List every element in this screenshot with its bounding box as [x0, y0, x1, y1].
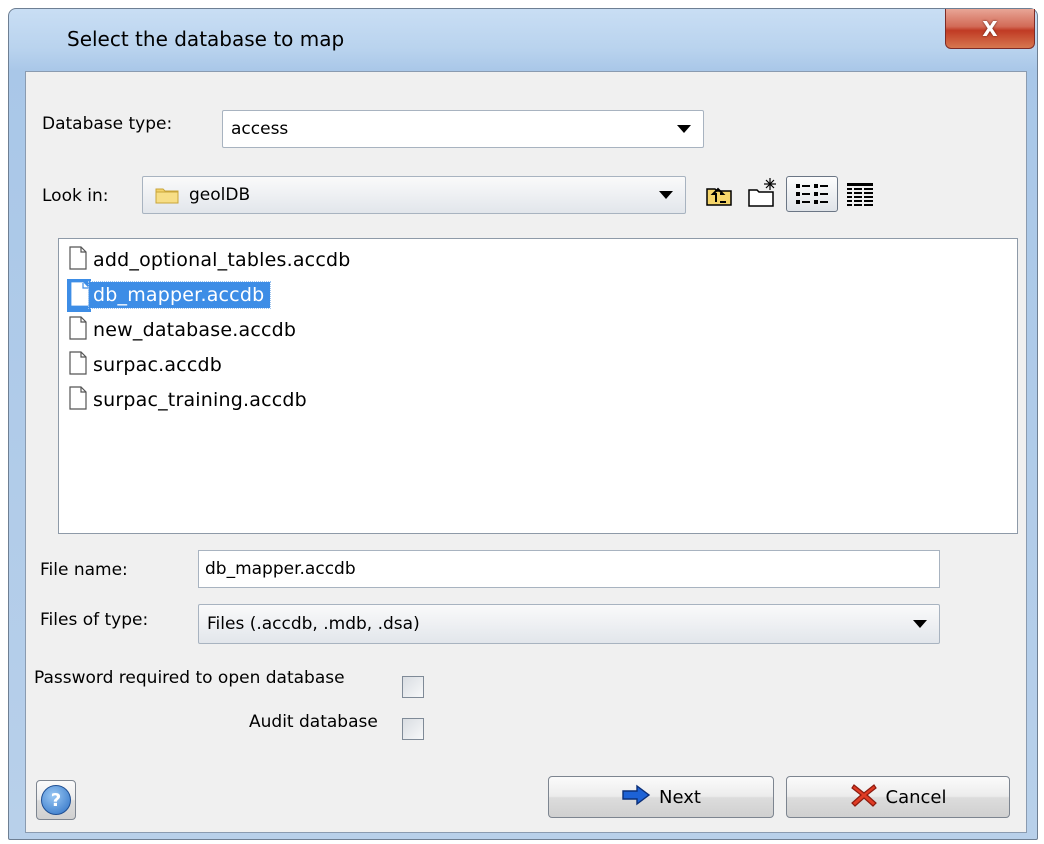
file-name-input[interactable]: [199, 558, 939, 580]
list-item[interactable]: surpac.accdb: [67, 348, 228, 382]
file-name: new_database.accdb: [93, 319, 297, 341]
audit-database-label: Audit database: [249, 712, 378, 732]
document-icon: [67, 315, 89, 346]
database-type-label: Database type:: [42, 114, 173, 134]
red-x-icon: [850, 782, 878, 813]
list-item[interactable]: add_optional_tables.accdb: [67, 243, 356, 277]
file-list[interactable]: add_optional_tables.accdb db_mapper.accd…: [58, 238, 1018, 534]
database-type-value: access: [231, 119, 289, 139]
dialog-title: Select the database to map: [67, 27, 345, 51]
help-icon: ?: [41, 785, 71, 815]
list-item-selected[interactable]: db_mapper.accdb: [67, 278, 272, 312]
folder-icon: [155, 186, 179, 204]
document-icon: [67, 385, 89, 416]
dialog-body: Database type: access Look in: geolDB ad…: [25, 71, 1027, 833]
list-item[interactable]: surpac_training.accdb: [67, 383, 313, 417]
password-required-checkbox[interactable]: [402, 676, 424, 698]
details-view-icon[interactable]: [844, 178, 876, 210]
chevron-down-icon: [659, 191, 673, 199]
help-button[interactable]: ?: [36, 780, 76, 820]
files-of-type-select[interactable]: Files (.accdb, .mdb, .dsa): [198, 604, 940, 644]
list-item[interactable]: new_database.accdb: [67, 313, 302, 347]
chevron-down-icon: [913, 620, 927, 628]
look-in-label: Look in:: [42, 186, 109, 206]
up-one-level-icon[interactable]: [704, 180, 734, 210]
file-name: surpac_training.accdb: [93, 389, 307, 411]
close-button[interactable]: X: [945, 9, 1035, 49]
chevron-down-icon: [677, 125, 691, 133]
document-icon: [67, 278, 91, 312]
password-required-label: Password required to open database: [34, 668, 345, 688]
list-view-icon[interactable]: [786, 176, 838, 212]
files-of-type-label: Files of type:: [40, 610, 149, 630]
file-name: db_mapper.accdb: [87, 281, 272, 309]
look-in-select[interactable]: geolDB: [142, 176, 686, 214]
dialog-window: Select the database to map X Database ty…: [8, 8, 1038, 840]
close-icon: X: [982, 16, 998, 41]
cancel-label: Cancel: [885, 786, 947, 808]
cancel-button[interactable]: Cancel: [786, 776, 1010, 818]
next-label: Next: [659, 786, 701, 808]
create-new-folder-icon[interactable]: [746, 176, 780, 210]
file-name: add_optional_tables.accdb: [93, 249, 351, 271]
file-name-input-box[interactable]: [198, 550, 940, 588]
next-button[interactable]: Next: [548, 776, 774, 818]
file-name: surpac.accdb: [93, 354, 222, 376]
file-name-label: File name:: [40, 560, 128, 580]
look-in-value: geolDB: [189, 185, 251, 205]
document-icon: [67, 350, 89, 381]
arrow-right-icon: [621, 784, 651, 811]
audit-database-checkbox[interactable]: [402, 718, 424, 740]
database-type-select[interactable]: access: [222, 110, 704, 148]
files-of-type-value: Files (.accdb, .mdb, .dsa): [207, 614, 420, 634]
document-icon: [67, 245, 89, 276]
